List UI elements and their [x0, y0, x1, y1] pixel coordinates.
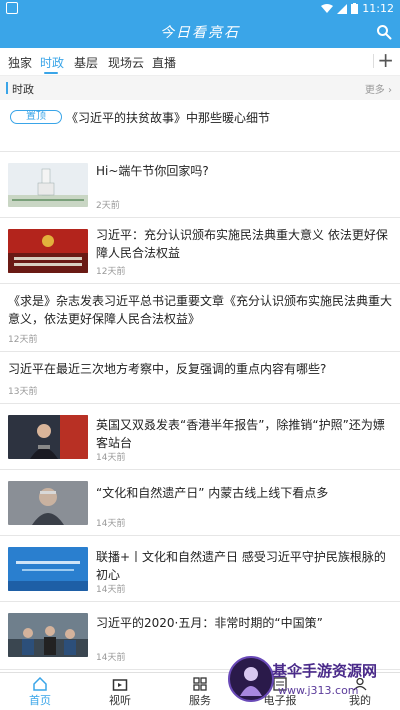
grid-icon	[193, 677, 207, 691]
watermark-name: 基伞手游资源网	[272, 662, 378, 680]
section-header: 时政 更多 ›	[0, 76, 400, 100]
news-item[interactable]: Hi~端午节你回家吗? 2天前	[0, 152, 400, 218]
nav-audiovisual-label: 视听	[109, 694, 131, 707]
pinned-news-item[interactable]: 置顶 《习近平的扶贫故事》中那些暖心细节	[0, 100, 400, 152]
news-title: 联播+丨文化和自然遗产日 感受习近平守护民族根脉的初心	[96, 550, 386, 582]
tab-live-scene[interactable]: 现场云	[108, 54, 144, 71]
wifi-icon	[321, 3, 334, 13]
news-title: 英国又双叒发表“香港半年报告”，除推销“护照”还为嫖客站台	[96, 418, 385, 450]
nav-home-label: 首页	[29, 694, 51, 707]
news-time: 14天前	[96, 453, 126, 463]
news-title: Hi~端午节你回家吗?	[96, 164, 209, 178]
news-title: “文化和自然遗产日” 内蒙古线上线下看点多	[96, 486, 329, 500]
nav-services[interactable]: 服务	[170, 677, 230, 708]
building-photo	[8, 163, 88, 207]
status-bar: 11:12	[0, 0, 400, 18]
nav-audiovisual[interactable]: 视听	[90, 677, 150, 708]
watermark-logo	[228, 656, 274, 702]
app-notification-icon	[6, 2, 18, 14]
news-item[interactable]: “文化和自然遗产日” 内蒙古线上线下看点多 14天前	[0, 470, 400, 536]
spokesperson-photo	[8, 415, 88, 459]
tab-grassroots[interactable]: 基层	[74, 54, 98, 71]
news-item[interactable]: 习近平：充分认识颁布实施民法典重大意义 依法更好保障人民合法权益 12天前	[0, 218, 400, 284]
news-time: 12天前	[8, 335, 38, 345]
news-time: 2天前	[96, 201, 120, 211]
news-item[interactable]: 英国又双叒发表“香港半年报告”，除推销“护照”还为嫖客站台 14天前	[0, 404, 400, 470]
news-title: 习近平：充分认识颁布实施民法典重大意义 依法更好保障人民合法权益	[96, 228, 388, 260]
news-item[interactable]: 联播+丨文化和自然遗产日 感受习近平守护民族根脉的初心 14天前	[0, 536, 400, 602]
section-title: 时政	[12, 83, 34, 96]
more-link[interactable]: 更多 ›	[365, 81, 392, 96]
battery-icon	[351, 3, 359, 14]
news-title: 《求是》杂志发表习近平总书记重要文章《充分认识颁布实施民法典重大意义，依法更好保…	[8, 294, 393, 326]
congress-hall-photo	[8, 229, 88, 273]
news-time: 14天前	[96, 585, 126, 595]
watermark-url: www.j313.com	[278, 684, 359, 697]
news-time: 12天前	[96, 267, 126, 277]
watermark-overlay: 基伞手游资源网 www.j313.com	[228, 654, 398, 708]
news-time: 14天前	[96, 519, 126, 529]
active-tab-indicator	[44, 72, 58, 74]
more-label: 更多	[364, 85, 385, 96]
add-channel-icon[interactable]: +	[377, 50, 394, 70]
clock-time: 11:12	[362, 2, 394, 15]
news-item[interactable]: 《求是》杂志发表习近平总书记重要文章《充分认识颁布实施民法典重大意义，依法更好保…	[0, 284, 400, 352]
search-icon[interactable]	[376, 24, 392, 40]
pinned-title: 《习近平的扶贫故事》中那些暖心细节	[66, 111, 271, 125]
tab-broadcast[interactable]: 直播	[152, 54, 176, 71]
app-header: 今日看亮石	[0, 18, 400, 48]
signal-icon	[337, 3, 348, 14]
news-list: Hi~端午节你回家吗? 2天前 习近平：充分认识颁布实施民法典重大意义 依法更好…	[0, 152, 400, 670]
news-title: 习近平的2020·五月：非常时期的“中国策”	[96, 616, 323, 630]
channel-tabs: 独家 时政 基层 现场云 直播 +	[0, 48, 400, 76]
nav-home[interactable]: 首页	[10, 677, 70, 708]
factory-visit-photo	[8, 613, 88, 657]
tab-exclusive[interactable]: 独家	[8, 54, 32, 71]
news-time: 14天前	[96, 653, 126, 663]
tab-divider	[373, 54, 374, 68]
status-icons: 11:12	[321, 2, 394, 15]
tab-politics[interactable]: 时政	[40, 54, 64, 71]
pinned-badge: 置顶	[10, 110, 62, 124]
news-title: 习近平在最近三次地方考察中，反复强调的重点内容有哪些?	[8, 362, 327, 376]
elder-portrait-photo	[8, 481, 88, 525]
app-title: 今日看亮石	[160, 25, 240, 41]
tv-icon	[112, 679, 128, 691]
home-icon	[33, 677, 47, 691]
nav-services-label: 服务	[189, 694, 211, 707]
section-accent-bar	[6, 82, 8, 94]
news-item[interactable]: 习近平在最近三次地方考察中，反复强调的重点内容有哪些? 13天前	[0, 352, 400, 404]
blue-banner-photo	[8, 547, 88, 591]
news-time: 13天前	[8, 387, 38, 397]
